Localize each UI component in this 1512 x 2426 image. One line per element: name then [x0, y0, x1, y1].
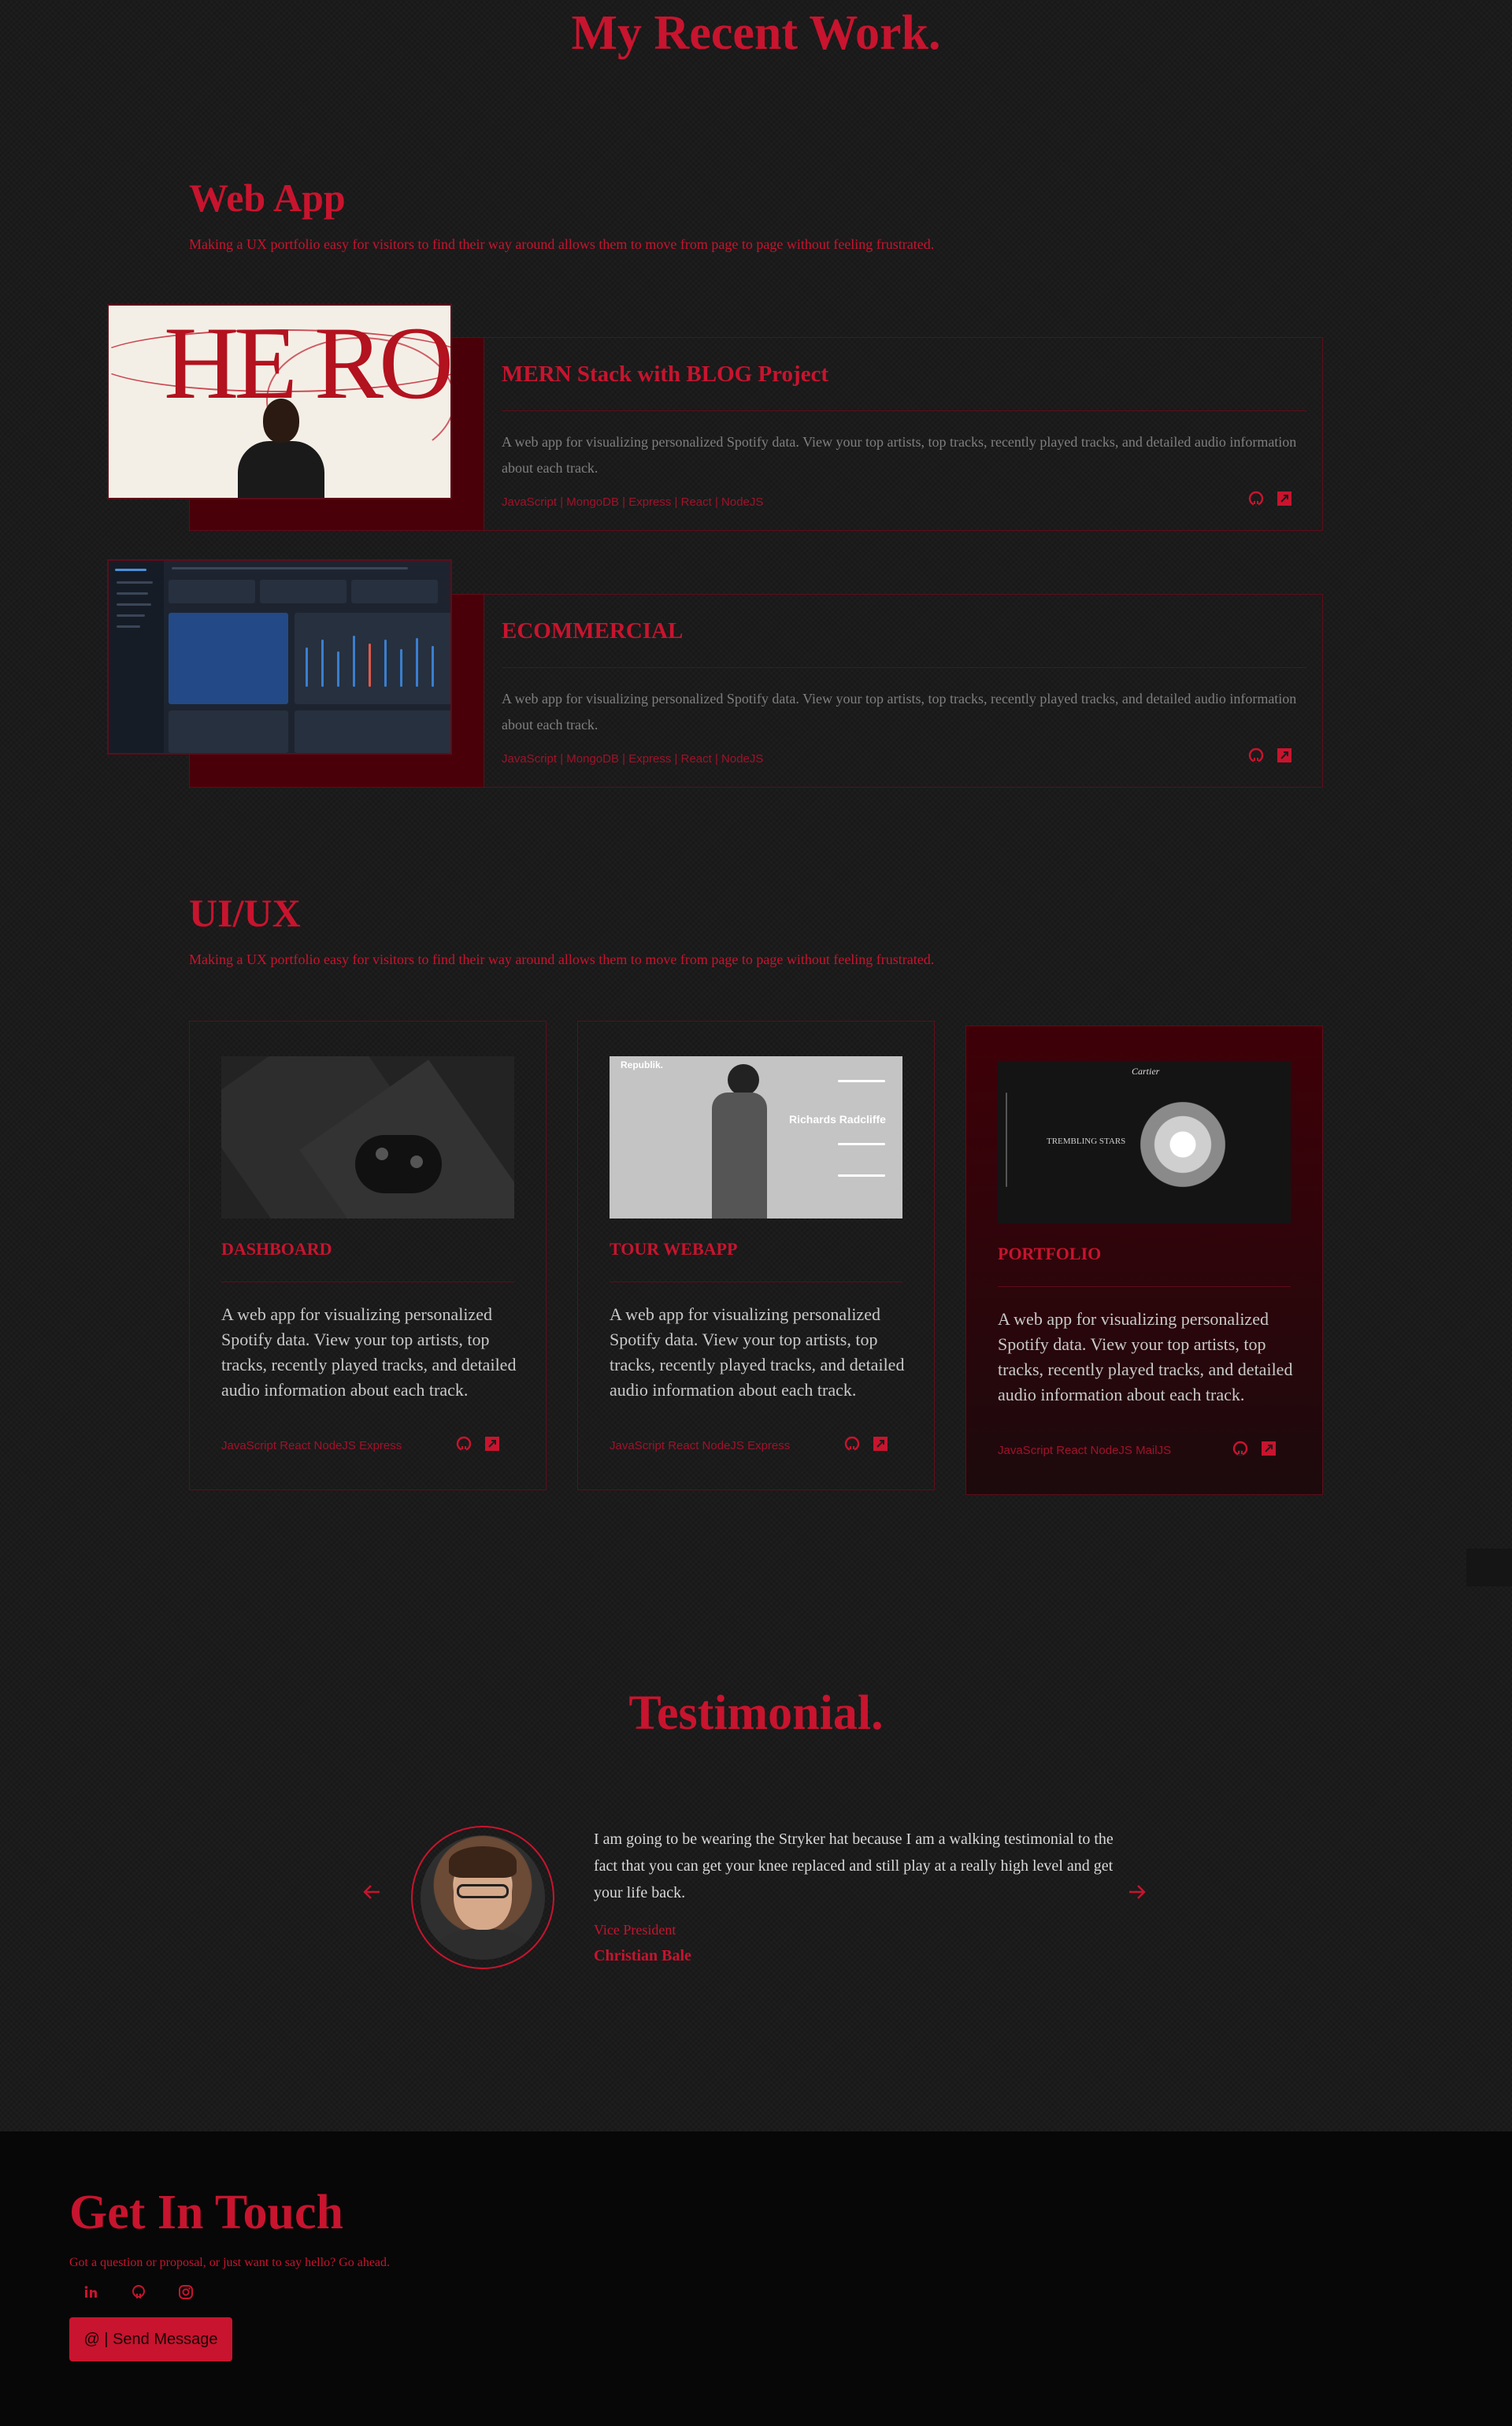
hero-model-figure	[238, 399, 324, 498]
project-description: A web app for visualizing personalized S…	[502, 434, 1297, 476]
github-icon[interactable]	[844, 1436, 860, 1452]
project-tech-stack: JavaScript React NodeJS Express	[221, 1439, 402, 1452]
testimonial-name: Christian Bale	[594, 1947, 691, 1964]
project-description: A web app for visualizing personalized S…	[221, 1304, 517, 1400]
testimonial-role: Vice President	[594, 1922, 676, 1938]
web-app-subtitle: Making a UX portfolio easy for visitors …	[189, 236, 935, 252]
github-icon[interactable]	[131, 2284, 146, 2300]
thumbnail-brand: Republik.	[621, 1059, 664, 1070]
project-tech-stack: JavaScript | MongoDB | Express | React |…	[502, 752, 764, 766]
side-scroll-tab[interactable]	[1466, 1549, 1512, 1586]
thumbnail-overlay-text: TREMBLING STARS	[1047, 1137, 1126, 1146]
testimonial-heading: Testimonial.	[628, 1686, 884, 1740]
project-tech-stack: JavaScript React NodeJS Express	[610, 1439, 791, 1452]
project-title: TOUR WEBAPP	[610, 1239, 738, 1259]
instagram-icon[interactable]	[178, 2284, 194, 2300]
project-title: PORTFOLIO	[998, 1244, 1102, 1263]
external-link-icon[interactable]	[1261, 1441, 1277, 1456]
testimonial-quote: I am going to be wearing the Stryker hat…	[594, 1831, 1114, 1901]
github-icon[interactable]	[456, 1436, 472, 1452]
project-description: A web app for visualizing personalized S…	[502, 691, 1297, 733]
dashboard-thumbnail	[221, 1056, 514, 1219]
external-link-icon[interactable]	[1277, 747, 1292, 763]
external-link-icon[interactable]	[484, 1436, 500, 1452]
ui-ux-heading: UI/UX	[189, 891, 301, 935]
external-link-icon[interactable]	[1277, 491, 1292, 506]
testimonial-avatar	[411, 1826, 554, 1969]
project-title: DASHBOARD	[221, 1239, 332, 1259]
project-title: MERN Stack with BLOG Project	[502, 362, 829, 387]
external-link-icon[interactable]	[873, 1436, 888, 1452]
linkedin-icon[interactable]	[83, 2284, 99, 2300]
github-icon[interactable]	[1248, 747, 1264, 763]
contact-subtitle: Got a question or proposal, or just want…	[69, 2256, 391, 2269]
ux-card-portfolio: Cartier TREMBLING STARS PORTFOLIO A web …	[965, 1026, 1323, 1495]
ecommercial-project-thumbnail	[107, 559, 452, 755]
github-icon[interactable]	[1232, 1441, 1248, 1456]
project-title: ECOMMERCIAL	[502, 618, 684, 644]
send-message-button[interactable]: @ | Send Message	[69, 2317, 232, 2361]
thumbnail-brand: Cartier	[1132, 1066, 1160, 1077]
divider	[502, 667, 1306, 668]
arrow-right-icon[interactable]	[1126, 1881, 1148, 1903]
thumbnail-name: Richards Radcliffe	[789, 1113, 886, 1126]
thumbnail-sidebar	[109, 561, 164, 753]
ui-ux-subtitle: Making a UX portfolio easy for visitors …	[189, 951, 935, 967]
contact-heading: Get In Touch	[69, 2186, 344, 2239]
github-icon[interactable]	[1248, 491, 1264, 506]
project-tech-stack: JavaScript | MongoDB | Express | React |…	[502, 495, 764, 509]
divider	[998, 1286, 1291, 1287]
project-tech-stack: JavaScript React NodeJS MailJS	[998, 1444, 1172, 1457]
project-description: A web app for visualizing personalized S…	[610, 1304, 905, 1400]
ux-card-dashboard: DASHBOARD A web app for visualizing pers…	[189, 1021, 547, 1490]
contact-footer: Get In Touch Got a question or proposal,…	[0, 2131, 1512, 2426]
project-description: A web app for visualizing personalized S…	[998, 1309, 1293, 1404]
tour-webapp-thumbnail: Republik. Richards Radcliffe	[610, 1056, 902, 1219]
page-title: My Recent Work.	[571, 6, 941, 60]
divider	[502, 410, 1306, 411]
mern-project-thumbnail: HE RO	[107, 304, 452, 499]
portfolio-thumbnail: Cartier TREMBLING STARS	[998, 1061, 1291, 1223]
ux-card-tour-webapp: Republik. Richards Radcliffe TOUR WEBAPP…	[577, 1021, 935, 1490]
arrow-left-icon[interactable]	[361, 1881, 383, 1903]
web-app-heading: Web App	[189, 176, 346, 220]
